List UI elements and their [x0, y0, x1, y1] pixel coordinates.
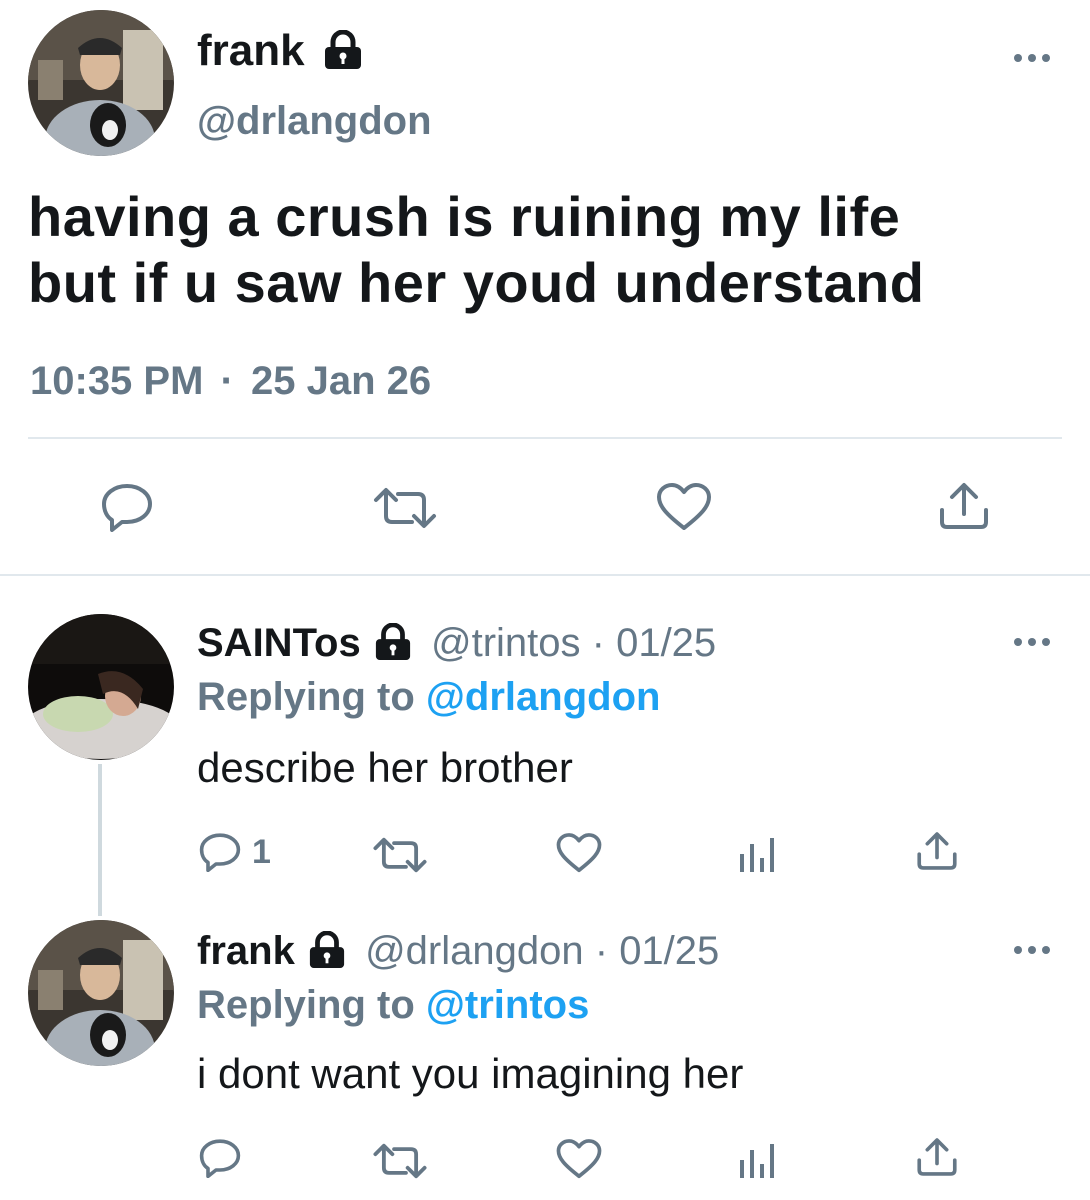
display-name[interactable]: frank: [197, 26, 365, 76]
like-button[interactable]: [556, 1138, 602, 1180]
lock-icon: [375, 623, 410, 661]
timestamp[interactable]: 10:35 PM · 25 Jan 26: [30, 358, 431, 404]
reply-icon: [199, 1139, 241, 1178]
divider: [28, 437, 1062, 439]
reply-header: SAINTos @trintos · 01/25: [197, 620, 716, 666]
reply-button[interactable]: 1: [198, 832, 271, 872]
replying-to: Replying to @trintos: [197, 982, 589, 1028]
replying-label: Replying to: [197, 983, 415, 1027]
reply-count: 1: [252, 832, 271, 871]
reply-icon: [102, 484, 152, 532]
more-icon[interactable]: [1014, 944, 1054, 956]
retweet-icon: [374, 488, 436, 528]
heart-icon: [556, 833, 602, 873]
time: 10:35 PM: [30, 359, 204, 403]
date: 25 Jan 26: [251, 359, 432, 403]
avatar[interactable]: [28, 920, 174, 1066]
handle[interactable]: @drlangdon: [197, 98, 432, 144]
date[interactable]: 01/25: [616, 621, 716, 665]
heart-icon: [657, 483, 711, 530]
reply-button[interactable]: [100, 482, 154, 532]
replying-label: Replying to: [197, 675, 415, 719]
share-button[interactable]: [916, 830, 958, 872]
retweet-button[interactable]: [372, 836, 428, 874]
section-divider: [0, 574, 1090, 576]
replying-to: Replying to @drlangdon: [197, 674, 660, 720]
retweet-button[interactable]: [372, 1142, 428, 1180]
handle[interactable]: @trintos: [431, 621, 581, 665]
thread-line: [98, 764, 102, 916]
share-icon: [940, 483, 988, 529]
reply-text: describe her brother: [197, 744, 573, 791]
retweet-button[interactable]: [372, 486, 438, 530]
display-name[interactable]: SAINTos: [197, 621, 361, 665]
separator: ·: [591, 621, 605, 665]
reply-button[interactable]: [198, 1138, 242, 1178]
more-icon[interactable]: [1014, 636, 1054, 648]
date[interactable]: 01/25: [619, 929, 719, 973]
reply-icon: [199, 833, 241, 872]
separator: ·: [594, 929, 609, 973]
tweet-text-line-1: having a crush is ruining my life: [28, 185, 901, 248]
analytics-button[interactable]: [738, 1140, 776, 1180]
display-name[interactable]: frank: [197, 929, 295, 973]
analytics-icon: [740, 1144, 774, 1178]
lock-icon: [309, 931, 345, 969]
mention-link[interactable]: @drlangdon: [426, 675, 661, 719]
handle[interactable]: @drlangdon: [365, 929, 584, 973]
share-button[interactable]: [938, 480, 990, 532]
display-name-text: frank: [197, 26, 305, 75]
heart-icon: [556, 1139, 602, 1179]
reply-text: i dont want you imagining her: [197, 1050, 744, 1097]
separator: ·: [220, 359, 234, 403]
analytics-icon: [740, 838, 774, 872]
share-button[interactable]: [916, 1136, 958, 1178]
reply-header: frank @drlangdon · 01/25: [197, 928, 719, 974]
share-icon: [917, 1138, 957, 1176]
avatar[interactable]: [28, 614, 174, 760]
lock-icon: [324, 30, 361, 70]
analytics-button[interactable]: [738, 834, 776, 874]
retweet-icon: [373, 837, 427, 873]
like-button[interactable]: [556, 832, 602, 874]
avatar[interactable]: [28, 10, 174, 156]
share-icon: [917, 832, 957, 870]
more-icon[interactable]: [1014, 52, 1054, 64]
tweet-text-line-2: but if u saw her youd understand: [28, 251, 925, 314]
mention-link[interactable]: @trintos: [426, 983, 589, 1027]
tweet-text: having a crush is ruining my life but if…: [28, 184, 925, 316]
like-button[interactable]: [656, 482, 712, 532]
retweet-icon: [373, 1143, 427, 1179]
